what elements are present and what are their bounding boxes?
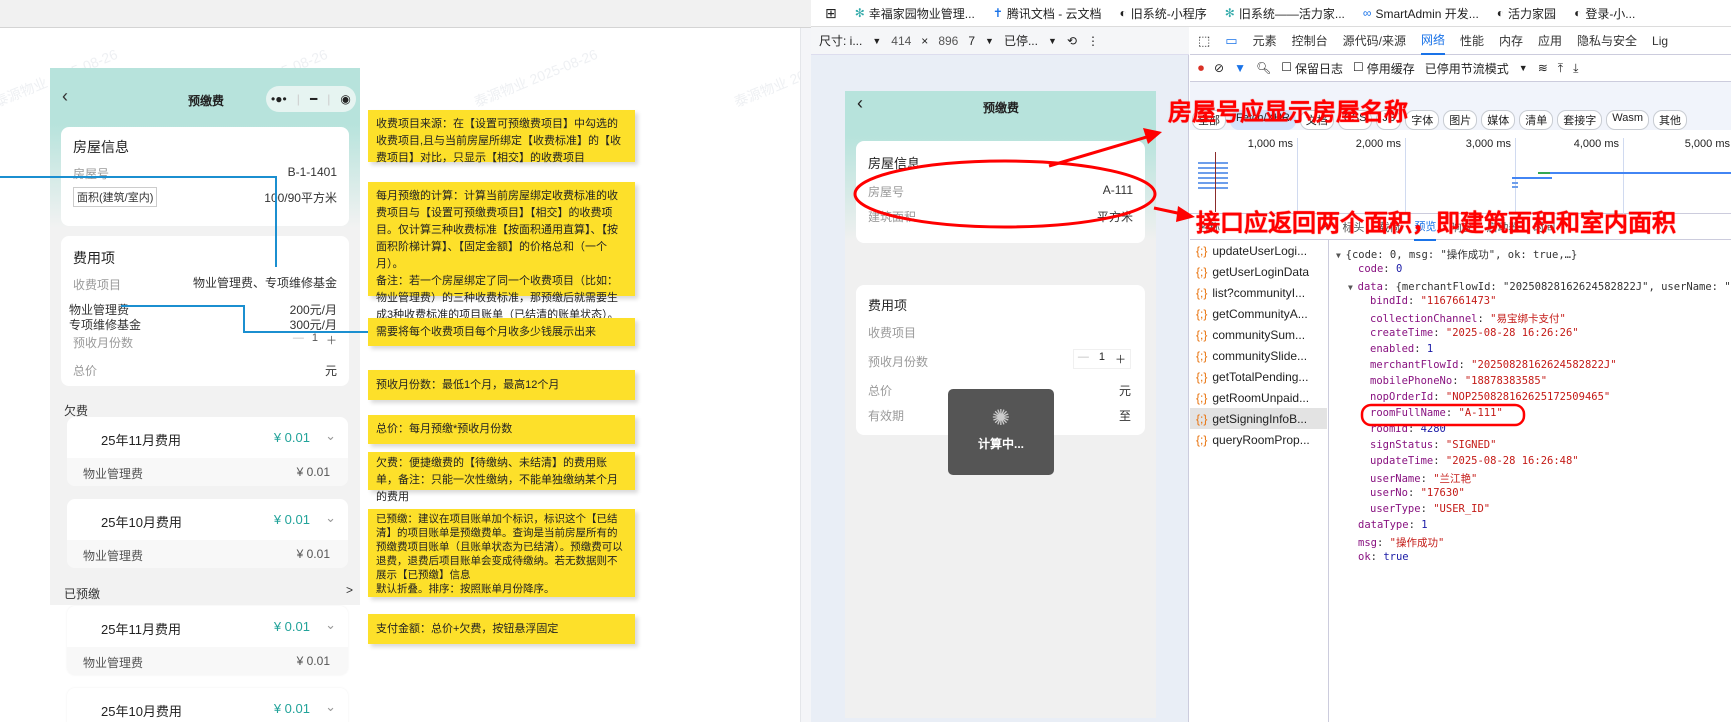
annotation-two-areas: 接口应返回两个面积，即建筑面积和室内面积 (1196, 210, 1676, 237)
arrow-line (1048, 134, 1151, 168)
arrow-head (1143, 128, 1162, 144)
annotation-overlay (853, 128, 1526, 427)
highlight-ellipse (853, 159, 1157, 229)
highlight-roomfullname (1360, 403, 1526, 427)
arrow-head (1176, 206, 1195, 222)
annotation-room-name: 房屋号应显示房屋名称 (1168, 99, 1408, 126)
